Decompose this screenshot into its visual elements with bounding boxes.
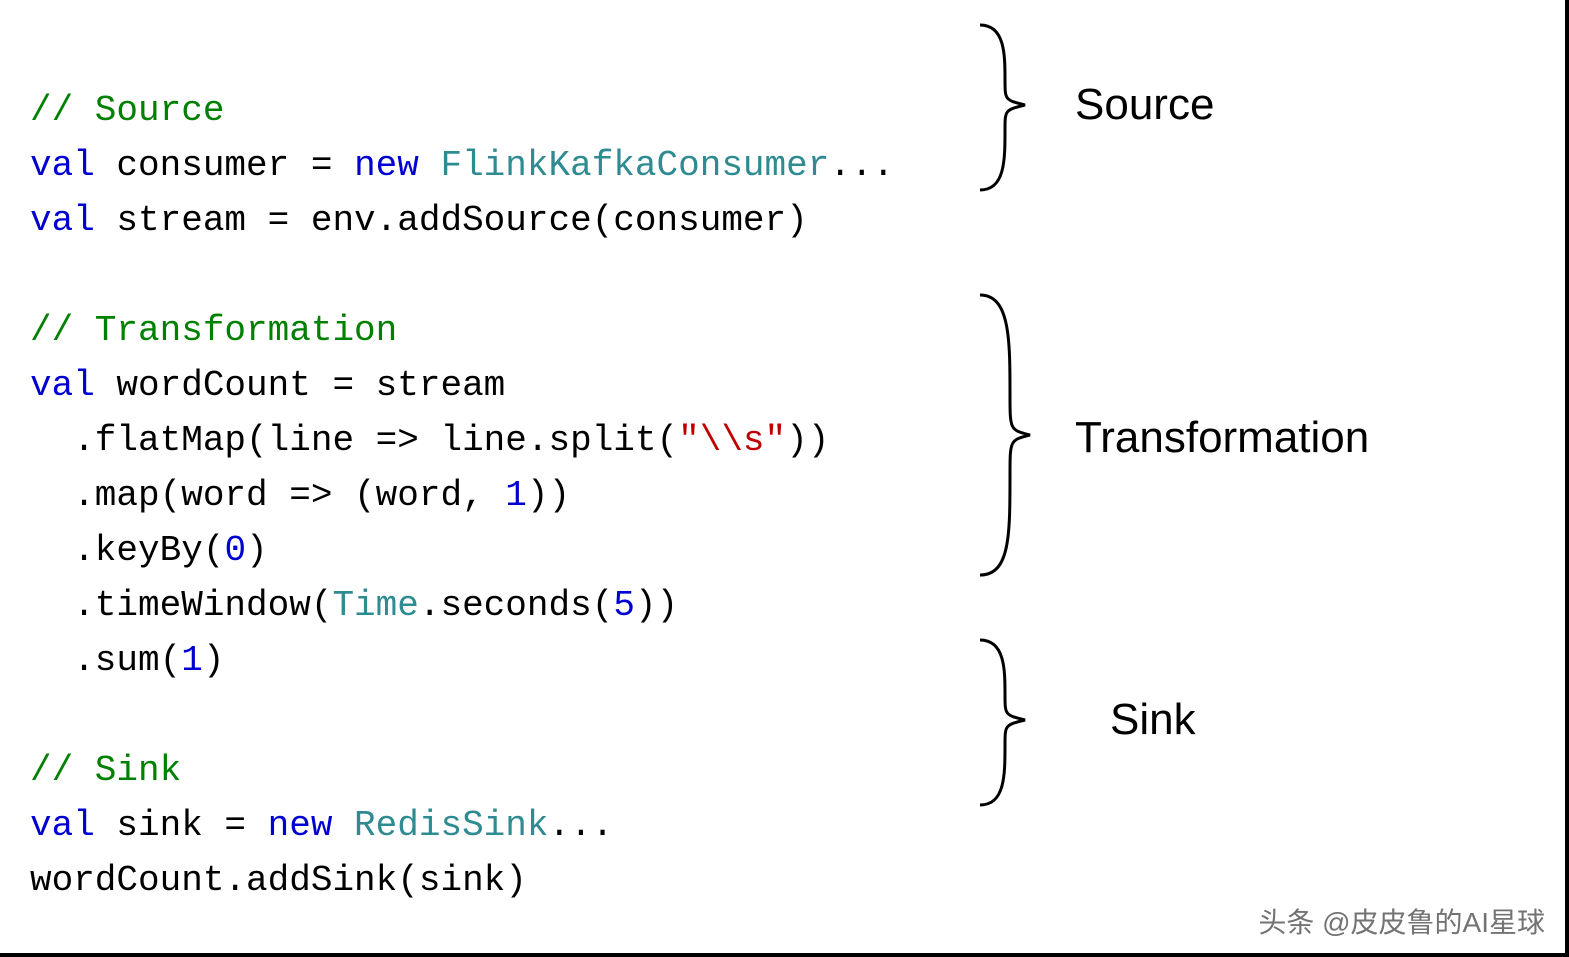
- code-text: )): [635, 585, 678, 626]
- num-literal: 1: [505, 475, 527, 516]
- string-literal: "\\s": [678, 420, 786, 461]
- type-redissink: RedisSink: [332, 805, 548, 846]
- kw-val: val: [30, 805, 95, 846]
- code-text: ): [203, 640, 225, 681]
- type-flinkkafka: FlinkKafkaConsumer: [419, 145, 829, 186]
- code-text: .seconds(: [419, 585, 613, 626]
- code-text: ): [246, 530, 268, 571]
- code-text: stream = env.addSource(consumer): [95, 200, 808, 241]
- code-text: .map(word => (word,: [30, 475, 505, 516]
- num-literal: 1: [181, 640, 203, 681]
- code-text: )): [527, 475, 570, 516]
- code-text: ...: [549, 805, 614, 846]
- kw-val: val: [30, 365, 95, 406]
- code-block: // Source val consumer = new FlinkKafkaC…: [30, 28, 894, 908]
- brace-transformation-icon: [980, 295, 1030, 575]
- brace-sink-icon: [980, 640, 1025, 805]
- code-text: .keyBy(: [30, 530, 224, 571]
- comment-transformation: // Transformation: [30, 310, 397, 351]
- type-time: Time: [332, 585, 418, 626]
- watermark-text: 头条 @皮皮鲁的AI星球: [1258, 901, 1545, 941]
- num-literal: 5: [613, 585, 635, 626]
- code-text: .sum(: [30, 640, 181, 681]
- code-text: )): [786, 420, 829, 461]
- code-text: wordCount.addSink(sink): [30, 860, 527, 901]
- code-text: ...: [829, 145, 894, 186]
- code-text: consumer =: [95, 145, 354, 186]
- kw-new: new: [354, 145, 419, 186]
- code-text: wordCount = stream: [95, 365, 505, 406]
- kw-new: new: [268, 805, 333, 846]
- num-literal: 0: [224, 530, 246, 571]
- code-text: .flatMap(line => line.split(: [30, 420, 678, 461]
- label-sink: Sink: [1110, 695, 1196, 745]
- comment-source: // Source: [30, 90, 224, 131]
- kw-val: val: [30, 200, 95, 241]
- comment-sink: // Sink: [30, 750, 181, 791]
- code-text: .timeWindow(: [30, 585, 332, 626]
- label-source: Source: [1075, 80, 1214, 130]
- code-text: sink =: [95, 805, 268, 846]
- kw-val: val: [30, 145, 95, 186]
- brace-source-icon: [980, 25, 1025, 190]
- label-transformation: Transformation: [1075, 413, 1369, 463]
